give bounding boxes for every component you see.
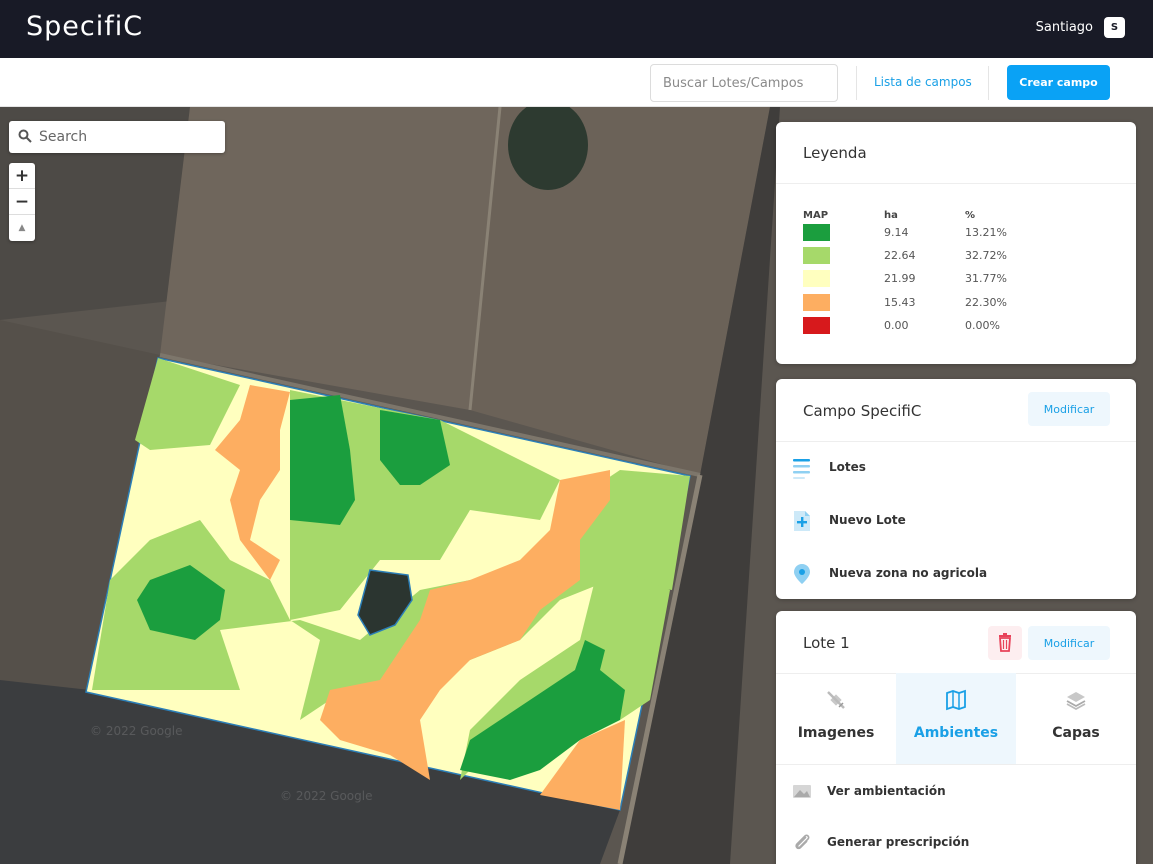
user-avatar[interactable]: S — [1104, 17, 1125, 38]
tab-label: Imagenes — [797, 725, 875, 741]
tab-label: Ambientes — [913, 725, 999, 741]
toolbar: Lista de campos Crear campo — [0, 58, 1153, 107]
menu-item-label: Nueva zona no agricola — [829, 566, 988, 580]
card-divider — [776, 764, 1136, 765]
legend-card: Leyenda MAP ha % 9.14 13.21% 22.64 32.72… — [776, 122, 1136, 364]
legend-ha: 15.43 — [884, 296, 916, 309]
satellite-icon — [827, 691, 845, 709]
modify-lote-button[interactable]: Modificar — [1028, 626, 1110, 660]
campo-title: Campo SpecifiC — [803, 402, 922, 420]
legend-pct: 31.77% — [965, 272, 1007, 285]
map-search-box[interactable] — [9, 121, 225, 153]
legend-pct: 0.00% — [965, 319, 1000, 332]
campo-card: Campo SpecifiC Modificar Lotes Nuevo Lot… — [776, 379, 1136, 599]
legend-row: 0.00 0.00% — [776, 317, 1136, 335]
menu-item-nueva-zona[interactable]: Nueva zona no agricola — [776, 553, 1136, 593]
zoom-in-button[interactable]: + — [9, 163, 35, 189]
legend-swatch — [803, 294, 830, 311]
trash-icon — [999, 633, 1011, 652]
toolbar-divider — [988, 66, 989, 100]
tab-ambientes[interactable]: Ambientes — [896, 673, 1016, 764]
modify-campo-button[interactable]: Modificar — [1028, 392, 1110, 426]
legend-pct: 13.21% — [965, 226, 1007, 239]
toolbar-divider — [856, 66, 857, 100]
legend-swatch — [803, 270, 830, 287]
legend-col-map: MAP — [803, 210, 829, 221]
legend-row: 21.99 31.77% — [776, 270, 1136, 288]
map-icon — [946, 689, 966, 711]
legend-ha: 22.64 — [884, 249, 916, 262]
legend-pct: 32.72% — [965, 249, 1007, 262]
card-divider — [776, 441, 1136, 442]
top-bar: SpecifiC Santiago S — [0, 0, 1153, 58]
tab-imagenes[interactable]: Imagenes — [776, 673, 896, 764]
map-watermark: © 2022 Google — [90, 724, 182, 738]
search-icon — [18, 129, 32, 143]
action-generar-prescripcion[interactable]: Generar prescripción — [776, 822, 1136, 862]
lote-card: Lote 1 Modificar Imagenes Ambientes Capa… — [776, 611, 1136, 864]
legend-ha: 21.99 — [884, 272, 916, 285]
compass-button[interactable]: ▲ — [9, 215, 35, 241]
tab-label: Capas — [1052, 725, 1100, 741]
layers-icon — [1066, 692, 1086, 711]
legend-ha: 0.00 — [884, 319, 909, 332]
legend-swatch — [803, 224, 830, 241]
search-lotes-input[interactable] — [650, 64, 838, 102]
user-name[interactable]: Santiago — [1036, 20, 1093, 35]
zoom-controls: + − ▲ — [9, 163, 35, 241]
legend-col-ha: ha — [884, 210, 898, 221]
add-document-icon — [794, 511, 810, 531]
list-icon — [793, 459, 810, 479]
lista-campos-link[interactable]: Lista de campos — [874, 75, 972, 89]
app-logo[interactable]: SpecifiC — [26, 11, 143, 42]
legend-ha: 9.14 — [884, 226, 909, 239]
action-label: Ver ambientación — [827, 784, 946, 798]
legend-swatch — [803, 317, 830, 334]
delete-lote-button[interactable] — [988, 626, 1022, 660]
legend-col-pct: % — [965, 210, 976, 221]
map-watermark: © 2022 Google — [280, 789, 372, 803]
map-search-input[interactable] — [39, 121, 219, 153]
legend-row: 15.43 22.30% — [776, 294, 1136, 312]
menu-item-label: Nuevo Lote — [829, 513, 906, 527]
zoom-out-button[interactable]: − — [9, 189, 35, 215]
legend-swatch — [803, 247, 830, 264]
action-ver-ambientacion[interactable]: Ver ambientación — [776, 771, 1136, 811]
crear-campo-button[interactable]: Crear campo — [1007, 65, 1110, 100]
card-divider — [776, 183, 1136, 184]
image-icon — [793, 785, 811, 798]
legend-title: Leyenda — [803, 144, 867, 162]
menu-item-lotes[interactable]: Lotes — [776, 447, 1136, 487]
location-pin-icon — [794, 564, 810, 584]
menu-item-label: Lotes — [829, 460, 866, 474]
menu-item-nuevo-lote[interactable]: Nuevo Lote — [776, 500, 1136, 540]
legend-pct: 22.30% — [965, 296, 1007, 309]
legend-row: 22.64 32.72% — [776, 247, 1136, 265]
lote-title: Lote 1 — [803, 634, 850, 652]
action-label: Generar prescripción — [827, 835, 970, 849]
paperclip-icon — [795, 834, 810, 850]
legend-row: 9.14 13.21% — [776, 224, 1136, 242]
tab-capas[interactable]: Capas — [1016, 673, 1136, 764]
